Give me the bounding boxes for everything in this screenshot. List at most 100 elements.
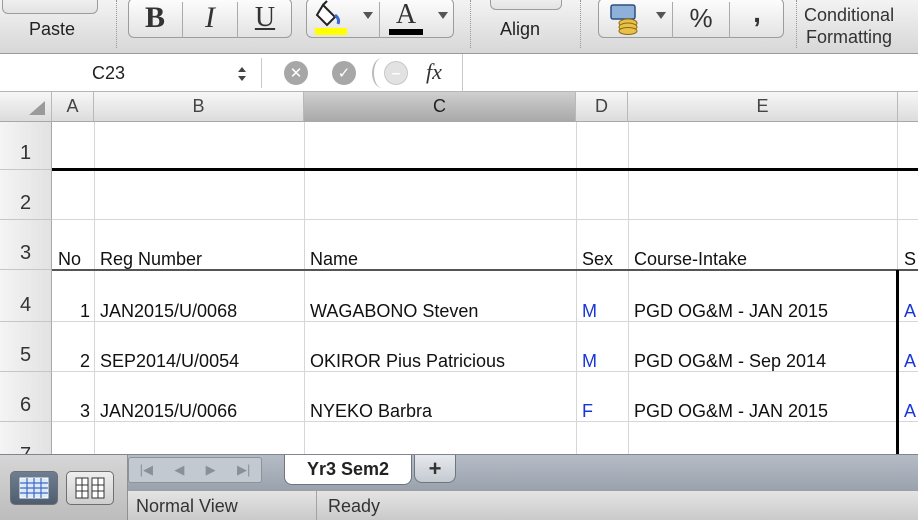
percent-button[interactable]: %	[673, 0, 729, 38]
cell-sex[interactable]: M	[582, 301, 597, 322]
cell-no[interactable]: 2	[52, 351, 90, 372]
page-layout-view-button[interactable]	[66, 471, 114, 505]
sheet-tab-bar: |◀ ◀ ▶ ▶| Yr3 Sem2 +	[0, 454, 918, 490]
header-reg-number[interactable]: Reg Number	[100, 249, 202, 270]
font-color-button[interactable]: A	[380, 0, 432, 38]
column-header-e[interactable]: E	[628, 92, 898, 122]
view-mode-label: Normal View	[136, 496, 238, 516]
sheet-navigation: |◀ ◀ ▶ ▶|	[128, 457, 262, 483]
comma-label: ,	[753, 0, 761, 28]
corner-triangle-icon	[29, 101, 45, 115]
italic-label: I	[205, 1, 215, 34]
status-divider	[316, 491, 317, 520]
last-sheet-icon[interactable]: ▶|	[237, 462, 250, 478]
next-sheet-icon[interactable]: ▶	[206, 462, 216, 478]
coins-icon	[610, 4, 638, 35]
cell-sex[interactable]: F	[582, 401, 593, 422]
cell-sex[interactable]: M	[582, 351, 597, 372]
chevron-down-icon[interactable]	[363, 12, 373, 19]
conditional-line-2: Formatting	[806, 27, 893, 47]
fill-color-button[interactable]	[306, 0, 356, 38]
align-label: Align	[500, 19, 541, 39]
insert-function-icon[interactable]: –	[384, 61, 408, 85]
ribbon-toolbar: Paste B I U A Align % , Conditional Form…	[0, 0, 918, 54]
prev-sheet-icon[interactable]: ◀	[174, 462, 184, 478]
header-name[interactable]: Name	[310, 249, 358, 270]
ribbon-separator	[580, 0, 581, 48]
chevron-down-icon[interactable]	[656, 12, 666, 19]
align-button[interactable]	[490, 0, 562, 10]
cell-course-intake[interactable]: PGD OG&M - JAN 2015	[634, 301, 828, 322]
cell-name[interactable]: OKIROR Pius Patricious	[310, 351, 505, 372]
page-layout-icon	[75, 477, 105, 499]
thick-border	[896, 270, 899, 454]
add-sheet-button[interactable]: +	[414, 455, 456, 483]
font-color-label: A	[395, 0, 417, 30]
conditional-formatting-button[interactable]: Conditional Formatting	[800, 4, 918, 50]
row-header-7[interactable]: 7	[0, 422, 52, 454]
gridline	[94, 122, 95, 454]
view-switcher	[0, 455, 128, 520]
formula-bar: C23 ✕ ✓ – fx	[0, 54, 918, 92]
row-header-5[interactable]: 5	[0, 322, 52, 372]
cell-course-intake[interactable]: PGD OG&M - JAN 2015	[634, 401, 828, 422]
gridline	[52, 219, 918, 220]
normal-view-button[interactable]	[10, 471, 58, 505]
cell-no[interactable]: 3	[52, 401, 90, 422]
column-header-d[interactable]: D	[576, 92, 628, 122]
cell-course-intake[interactable]: PGD OG&M - Sep 2014	[634, 351, 826, 372]
percent-label: %	[689, 2, 713, 33]
column-header-b[interactable]: B	[94, 92, 304, 122]
first-sheet-icon[interactable]: |◀	[140, 462, 153, 478]
header-next-column[interactable]: S	[904, 249, 916, 270]
formula-input[interactable]	[462, 54, 918, 91]
gridline	[576, 122, 577, 454]
cell-next-column[interactable]: A	[904, 351, 916, 372]
status-bar: Normal View Ready	[0, 455, 918, 520]
chevron-down-icon[interactable]	[438, 12, 448, 19]
thick-border	[52, 168, 918, 171]
row-header-1[interactable]: 1	[0, 122, 52, 170]
select-all-corner[interactable]	[0, 92, 52, 122]
paint-bucket-icon	[315, 0, 347, 35]
bold-label: B	[144, 1, 165, 34]
underline-button[interactable]: U	[238, 0, 292, 38]
column-header-a[interactable]: A	[52, 92, 94, 122]
conditional-line-1: Conditional	[804, 5, 895, 25]
cell-reference: C23	[92, 63, 126, 83]
sheet-tab-active[interactable]: Yr3 Sem2	[284, 455, 412, 485]
row-header-6[interactable]: 6	[0, 372, 52, 422]
column-header-f[interactable]	[898, 92, 918, 122]
row-header-4[interactable]: 4	[0, 270, 52, 322]
italic-button[interactable]: I	[183, 0, 237, 38]
cell-name[interactable]: NYEKO Barbra	[310, 401, 432, 422]
stepper-icon[interactable]	[236, 64, 248, 84]
ready-status: Ready	[328, 496, 381, 516]
header-sex[interactable]: Sex	[582, 249, 613, 270]
header-course-intake[interactable]: Course-Intake	[634, 249, 747, 270]
bold-button[interactable]: B	[128, 0, 182, 38]
ribbon-separator	[796, 0, 797, 48]
cell-no[interactable]: 1	[52, 301, 90, 322]
cell-reg-number[interactable]: SEP2014/U/0054	[100, 351, 239, 372]
cell-next-column[interactable]: A	[904, 301, 916, 322]
cancel-icon[interactable]: ✕	[284, 61, 308, 85]
cell-reg-number[interactable]: JAN2015/U/0066	[100, 401, 237, 422]
ribbon-separator	[470, 0, 471, 48]
cell-reg-number[interactable]: JAN2015/U/0068	[100, 301, 237, 322]
gridline	[628, 122, 629, 454]
name-box[interactable]: C23	[0, 58, 262, 88]
cell-name[interactable]: WAGABONO Steven	[310, 301, 478, 322]
row-header-2[interactable]: 2	[0, 170, 52, 220]
comma-style-button[interactable]: ,	[730, 0, 784, 38]
normal-view-icon	[19, 477, 49, 499]
worksheet-grid[interactable]: A B C D E 1 2 3 4 5 6 7 No Reg Number Na…	[0, 92, 918, 454]
cell-next-column[interactable]: A	[904, 401, 916, 422]
currency-format-button[interactable]	[598, 0, 652, 38]
paste-button[interactable]	[2, 0, 98, 14]
header-no[interactable]: No	[58, 249, 81, 270]
confirm-icon[interactable]: ✓	[332, 61, 356, 85]
fx-icon[interactable]: fx	[426, 59, 442, 85]
row-header-3[interactable]: 3	[0, 220, 52, 270]
column-header-c[interactable]: C	[304, 92, 576, 122]
